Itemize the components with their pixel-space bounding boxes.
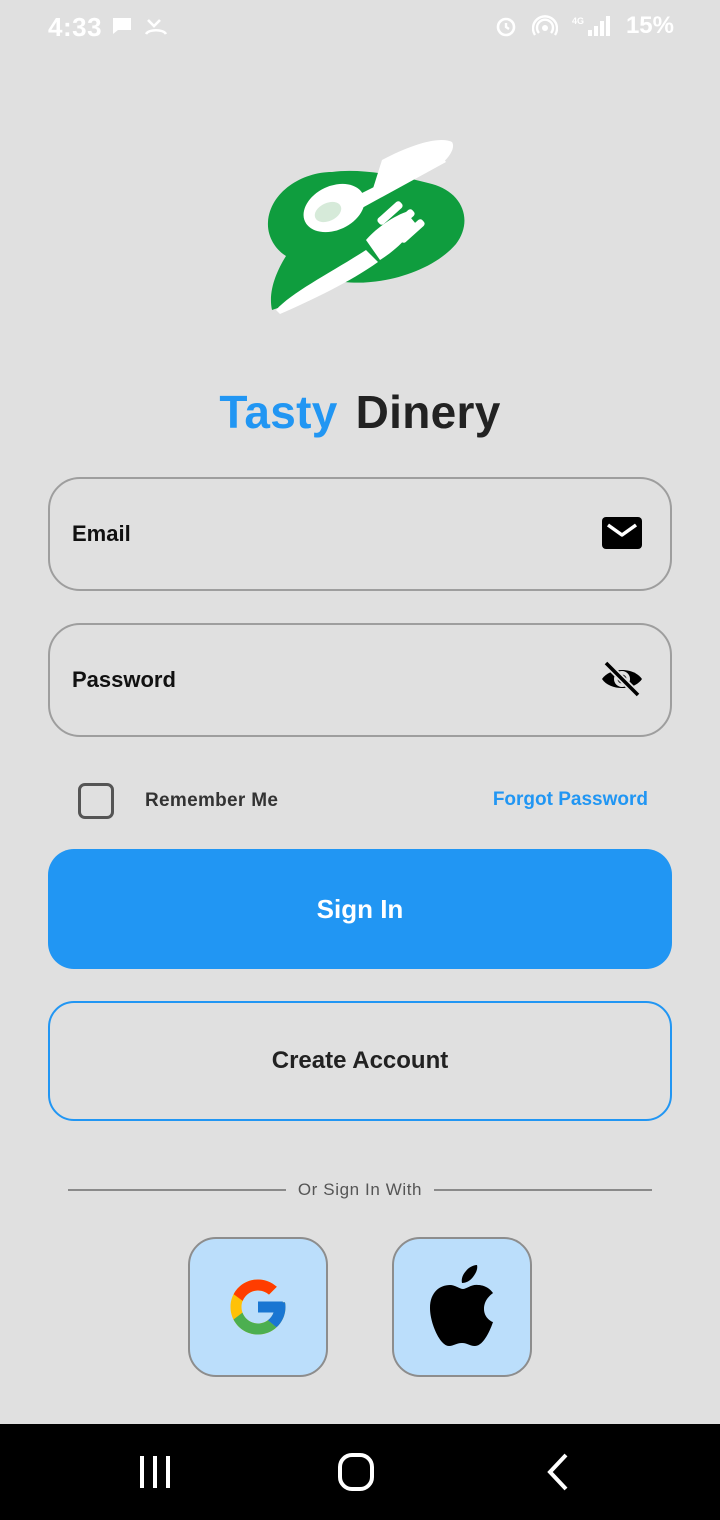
message-icon: [113, 18, 131, 34]
svg-text:4G: 4G: [572, 16, 584, 26]
social-divider: Or Sign In With: [68, 1177, 652, 1203]
forgot-password-link[interactable]: Forgot Password: [493, 789, 648, 811]
remember-me-label: Remember Me: [145, 790, 279, 811]
app-title-part2: Dinery: [355, 386, 501, 438]
create-account-button[interactable]: Create Account: [48, 1001, 672, 1121]
divider-line-right: [434, 1189, 652, 1191]
eye-off-icon[interactable]: [600, 659, 644, 699]
password-field[interactable]: [48, 623, 672, 737]
sign-in-button[interactable]: Sign In: [48, 849, 672, 969]
app-title-part1: Tasty: [219, 386, 338, 438]
status-time: 4:33: [48, 12, 103, 42]
back-icon[interactable]: [534, 1452, 584, 1492]
home-icon[interactable]: [331, 1452, 381, 1492]
status-left-icons: [110, 14, 168, 38]
missed-call-icon: [144, 19, 168, 35]
remember-me-checkbox[interactable]: [78, 783, 114, 819]
battery-level: 15%: [625, 12, 674, 39]
login-screen: 4:33 4G 15% Tasty Dinery Email Remember …: [0, 0, 720, 1520]
password-input[interactable]: [72, 625, 592, 735]
app-logo: [267, 140, 465, 314]
signal-icon: 4G: [572, 16, 610, 36]
email-input[interactable]: [72, 479, 592, 589]
apple-icon: [430, 1265, 493, 1346]
google-icon: [230, 1279, 286, 1335]
app-title: Tasty Dinery: [0, 385, 720, 439]
status-right: 4G 15%: [494, 12, 674, 40]
google-sign-in-button[interactable]: [188, 1237, 328, 1377]
status-bar: 4:33 4G 15%: [0, 0, 720, 56]
email-field[interactable]: [48, 477, 672, 591]
alarm-icon: [496, 17, 516, 37]
apple-sign-in-button[interactable]: [392, 1237, 532, 1377]
hotspot-icon: [531, 15, 558, 36]
recents-icon[interactable]: [130, 1452, 180, 1492]
mail-icon: [602, 517, 642, 549]
system-nav-bar: [0, 1424, 720, 1520]
